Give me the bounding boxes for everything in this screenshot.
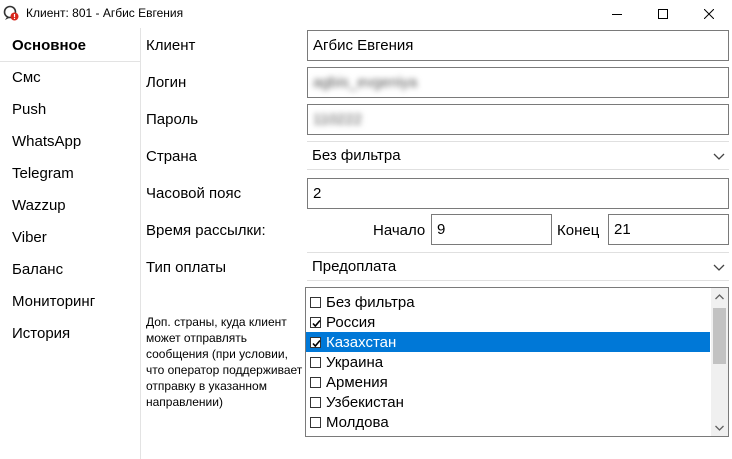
country-label: Страна xyxy=(146,148,198,165)
app-alert-icon xyxy=(3,5,19,21)
minimize-icon xyxy=(612,14,622,15)
list-item-label: Армения xyxy=(326,373,388,391)
scroll-down-button[interactable] xyxy=(711,419,728,436)
list-item-label: Без фильтра xyxy=(326,293,415,311)
checkbox[interactable] xyxy=(310,356,321,368)
list-item-label: Казахстан xyxy=(326,333,397,351)
chevron-down-icon xyxy=(713,153,725,160)
scroll-thumb[interactable] xyxy=(713,308,726,364)
sidebar-item-history[interactable]: История xyxy=(12,325,70,342)
sidebar-item-main[interactable]: Основное xyxy=(12,37,86,54)
sidebar-item-telegram[interactable]: Telegram xyxy=(12,165,74,182)
login-field[interactable]: agbis_evgeniya xyxy=(307,67,729,98)
extra-countries-note: Доп. страны, куда клиент может отправлят… xyxy=(146,315,303,409)
start-time-field[interactable]: 9 xyxy=(431,214,552,245)
checkbox-checked[interactable] xyxy=(310,316,321,328)
check-icon xyxy=(312,319,321,327)
password-label: Пароль xyxy=(146,111,199,128)
send-time-label: Время рассылки: xyxy=(146,222,266,239)
sidebar-item-sms[interactable]: Смс xyxy=(12,69,41,86)
list-item-label: Россия xyxy=(326,313,376,331)
maximize-button[interactable] xyxy=(640,0,686,28)
login-value: agbis_evgeniya xyxy=(313,74,418,91)
sidebar-item-wazzup[interactable]: Wazzup xyxy=(12,197,66,214)
title-bar: Клиент: 801 - Агбис Евгения xyxy=(0,0,732,28)
client-label: Клиент xyxy=(146,37,196,54)
list-item[interactable]: Узбекистан xyxy=(306,392,710,412)
country-select[interactable]: Без фильтра xyxy=(307,141,729,170)
sidebar-item-monitoring[interactable]: Мониторинг xyxy=(12,293,95,310)
password-value: 110222 xyxy=(313,111,362,128)
list-item[interactable]: Армения xyxy=(306,372,710,392)
checkbox[interactable] xyxy=(310,416,321,428)
checkbox[interactable] xyxy=(310,376,321,388)
scroll-up-button[interactable] xyxy=(711,288,728,305)
list-scrollbar[interactable] xyxy=(711,288,728,436)
sidebar-item-viber[interactable]: Viber xyxy=(12,229,47,246)
window-title: Клиент: 801 - Агбис Евгения xyxy=(26,6,184,20)
sidebar-item-push[interactable]: Push xyxy=(12,101,46,118)
payment-type-value: Предоплата xyxy=(312,258,397,275)
end-time-field[interactable]: 21 xyxy=(608,214,729,245)
end-label: Конец xyxy=(557,222,600,239)
sidebar-divider xyxy=(0,61,141,62)
list-item[interactable]: Россия xyxy=(306,312,710,332)
password-field[interactable]: 110222 xyxy=(307,104,729,135)
login-label: Логин xyxy=(146,74,187,91)
list-item[interactable]: Молдова xyxy=(306,412,710,432)
sidebar: Основное Смс Push WhatsApp Telegram Wazz… xyxy=(0,28,141,459)
list-item-label: Узбекистан xyxy=(326,393,404,411)
maximize-icon xyxy=(658,9,668,19)
list-item-selected[interactable]: Казахстан xyxy=(306,332,710,352)
checkbox[interactable] xyxy=(310,396,321,408)
timezone-field[interactable]: 2 xyxy=(307,178,729,209)
payment-type-label: Тип оплаты xyxy=(146,259,227,276)
close-icon xyxy=(704,9,714,19)
payment-type-select[interactable]: Предоплата xyxy=(307,252,729,281)
sidebar-item-whatsapp[interactable]: WhatsApp xyxy=(12,133,81,150)
client-field[interactable]: Агбис Евгения xyxy=(307,30,729,61)
chevron-down-icon xyxy=(715,425,724,431)
minimize-button[interactable] xyxy=(594,0,640,28)
checkbox-checked[interactable] xyxy=(310,336,321,348)
list-item[interactable]: Украина xyxy=(306,352,710,372)
country-select-value: Без фильтра xyxy=(312,147,401,164)
chevron-down-icon xyxy=(713,264,725,271)
check-icon xyxy=(312,339,321,347)
list-item-label: Молдова xyxy=(326,413,389,431)
chevron-up-icon xyxy=(715,293,724,299)
sidebar-item-balance[interactable]: Баланс xyxy=(12,261,63,278)
close-button[interactable] xyxy=(686,0,732,28)
start-label: Начало xyxy=(373,222,426,239)
extra-countries-list[interactable]: Без фильтра Россия Казахстан Украина Арм… xyxy=(305,287,729,437)
checkbox[interactable] xyxy=(310,296,321,308)
timezone-label: Часовой пояс xyxy=(146,185,242,202)
list-item-label: Украина xyxy=(326,353,384,371)
list-item[interactable]: Без фильтра xyxy=(306,292,710,312)
